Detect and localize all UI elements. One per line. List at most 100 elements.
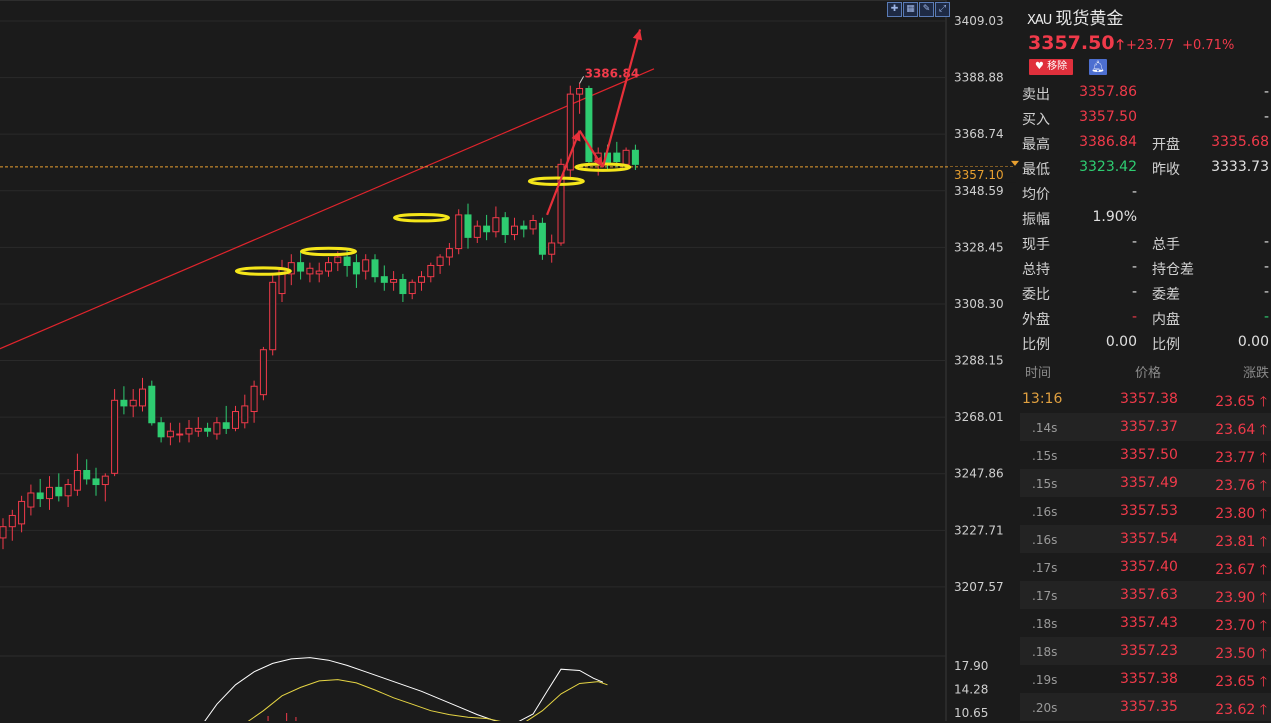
candle-body — [631, 149, 639, 165]
tick-change: 23.65 🡑 — [1215, 674, 1267, 690]
candle — [380, 265, 388, 291]
candle — [185, 419, 193, 443]
quote-label-right: 内盘 — [1152, 312, 1180, 328]
candle-body — [613, 152, 621, 163]
quote-label-right: 持仓差 — [1152, 262, 1194, 278]
candle — [129, 389, 137, 418]
candle — [585, 85, 593, 165]
quote-value: - — [1131, 259, 1137, 275]
grid-layout-icon[interactable]: ▦ — [903, 2, 918, 17]
quote-label: 买入 — [1022, 112, 1050, 128]
tick-row[interactable]: .16s 3357.53 23.80 🡑 — [1020, 497, 1271, 525]
candle-body — [529, 220, 537, 230]
candle — [27, 484, 35, 516]
trend-arrow-line — [601, 29, 642, 168]
candle-body — [538, 222, 546, 255]
candle-body — [334, 256, 342, 264]
candle-body — [501, 217, 509, 236]
candle — [455, 209, 463, 255]
quote-value: 3323.42 — [1079, 159, 1137, 175]
candle-body — [548, 242, 556, 255]
heart-icon: ♥ — [1034, 61, 1044, 72]
crosshair-icon[interactable]: ✚ — [887, 2, 902, 17]
draw-tool-icon[interactable]: ✎ — [919, 2, 934, 17]
tick-row[interactable]: 13:16 3357.38 23.65 🡑 — [1020, 385, 1271, 413]
alarm-button[interactable]: 🔔︎ — [1089, 59, 1107, 75]
tick-time: .16s — [1032, 505, 1058, 519]
candle — [278, 259, 286, 302]
tick-price: 3357.35 — [1120, 699, 1178, 715]
y-tick-label: 3247.86 — [954, 467, 1004, 481]
candle-body — [259, 349, 267, 396]
quote-value: - — [1131, 284, 1137, 300]
candle — [204, 422, 212, 437]
candle-body — [129, 399, 137, 407]
candle-body — [343, 256, 351, 266]
candle — [371, 254, 379, 283]
highlight-ellipse — [393, 213, 450, 223]
tick-row[interactable]: .17s 3357.40 23.67 🡑 — [1020, 553, 1271, 581]
tick-row[interactable]: .18s 3357.43 23.70 🡑 — [1020, 609, 1271, 637]
tick-row[interactable]: .17s 3357.63 23.90 🡑 — [1020, 581, 1271, 609]
price-change: +23.77 +0.71% — [1126, 38, 1234, 53]
tick-change: 23.90 🡑 — [1215, 590, 1267, 606]
candle-body — [204, 427, 212, 432]
y-tick-label: 3268.01 — [954, 410, 1004, 424]
candle — [194, 417, 202, 437]
candle-body — [27, 492, 35, 508]
candle — [166, 422, 174, 446]
quote-value: - — [1131, 234, 1137, 250]
quote-label: 外盘 — [1022, 312, 1050, 328]
symbol-code: XAU — [1027, 13, 1052, 28]
candle — [213, 417, 221, 440]
tick-change: 23.80 🡑 — [1215, 506, 1267, 522]
up-arrow-icon: 🡑 — [1116, 37, 1124, 53]
tick-row[interactable]: .14s 3357.37 23.64 🡑 — [1020, 413, 1271, 441]
tick-price: 3357.43 — [1120, 615, 1178, 631]
quote-value: 0.00 — [1105, 334, 1137, 350]
indicator-line-slow — [247, 679, 608, 721]
candle-body — [241, 405, 249, 424]
quote-label: 最低 — [1022, 162, 1050, 178]
candlestick-chart[interactable]: 3409.03 3388.88 3368.74 3348.59 3328.45 3308.… — [0, 0, 1020, 721]
candle-body — [520, 225, 528, 230]
change-value: +23.77 — [1126, 38, 1175, 53]
tick-change: 23.76 🡑 — [1215, 478, 1267, 494]
tick-row[interactable]: .16s 3357.54 23.81 🡑 — [1020, 525, 1271, 553]
tick-change: 23.64 🡑 — [1215, 422, 1267, 438]
fullscreen-icon[interactable]: ⤢ — [935, 2, 950, 17]
quote-value: 3386.84 — [1079, 134, 1137, 150]
candle — [315, 262, 323, 283]
tick-row[interactable]: .18s 3357.23 23.50 🡑 — [1020, 637, 1271, 665]
remove-watchlist-button[interactable]: ♥ 移除 — [1029, 59, 1073, 75]
candle — [139, 377, 146, 412]
quote-value-right: - — [1263, 259, 1269, 275]
candle — [483, 214, 491, 241]
candle-body — [455, 214, 463, 250]
tick-row[interactable]: .15s 3357.49 23.76 🡑 — [1020, 469, 1271, 497]
candle-body — [306, 267, 314, 275]
high-price-label: 3386.84 — [585, 66, 640, 80]
quote-label: 委比 — [1022, 287, 1050, 303]
quote-value: - — [1131, 309, 1137, 325]
candle — [576, 82, 584, 114]
candle-body — [352, 262, 360, 275]
tick-row[interactable]: .20s 3357.35 23.62 🡑 — [1020, 693, 1271, 721]
quote-row: 总持 - 持仓差 - — [1020, 255, 1271, 280]
candle-body — [250, 385, 258, 413]
quote-row: 均价 - — [1020, 180, 1271, 205]
candle-body — [139, 388, 146, 407]
tick-row[interactable]: .19s 3357.38 23.65 🡑 — [1020, 665, 1271, 693]
tick-price: 3357.40 — [1120, 559, 1178, 575]
quote-value-right: - — [1263, 234, 1269, 250]
quote-label: 比例 — [1022, 337, 1050, 353]
quote-label-right: 昨收 — [1152, 162, 1180, 178]
candle — [464, 203, 472, 249]
candle-body — [120, 399, 128, 407]
tick-row[interactable]: .15s 3357.50 23.77 🡑 — [1020, 441, 1271, 469]
quote-row: 最低 3323.42 昨收 3333.73 — [1020, 155, 1271, 180]
last-price-value: 3357.50 — [1028, 32, 1115, 54]
chart-area[interactable]: 3409.03 3388.88 3368.74 3348.59 3328.45 3308.… — [0, 0, 1020, 721]
candle-body — [148, 385, 156, 424]
remove-label: 移除 — [1047, 61, 1068, 72]
